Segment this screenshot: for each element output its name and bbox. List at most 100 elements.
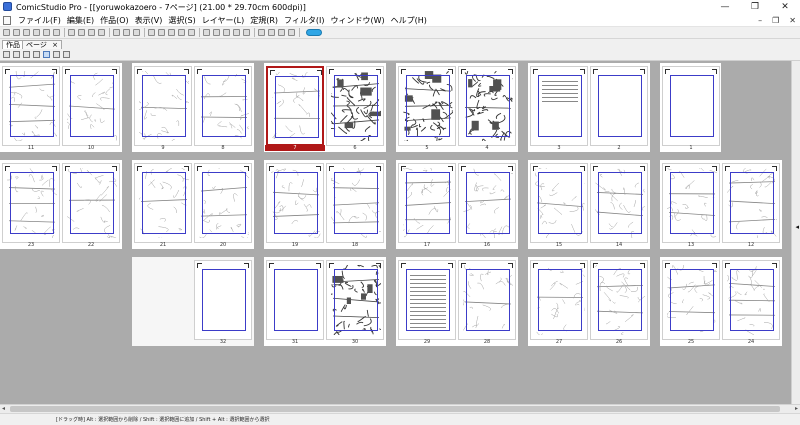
page-spread[interactable]: 21 20 (132, 160, 254, 249)
menu-item-4[interactable]: 選択(S) (165, 15, 198, 26)
page-thumbnail-1[interactable] (662, 66, 720, 146)
page-thumbnail-10[interactable] (62, 66, 120, 146)
tab-work[interactable]: 作品 (2, 40, 24, 49)
toolbar-button-6[interactable] (68, 29, 75, 36)
tab-close-icon[interactable]: × (52, 41, 58, 49)
close-button[interactable]: ✕ (770, 0, 800, 14)
page-spread[interactable]: 29 28 (396, 257, 518, 346)
page-thumbnail-26[interactable] (590, 260, 648, 340)
page-thumbnail-2[interactable] (590, 66, 648, 146)
page-spread[interactable]: 32 (528, 63, 650, 152)
page-spread[interactable]: 32 (132, 257, 254, 346)
settings-icon[interactable] (33, 51, 40, 58)
page-spread[interactable]: 25 24 (660, 257, 782, 346)
doc-restore-button[interactable]: ❐ (772, 14, 779, 27)
thumbnail-view-icon[interactable] (53, 51, 60, 58)
menu-item-8[interactable]: ウィンドウ(W) (327, 15, 387, 26)
menu-item-7[interactable]: フィルタ(I) (281, 15, 327, 26)
page-thumbnail-28[interactable] (458, 260, 516, 340)
menu-item-3[interactable]: 表示(V) (132, 15, 166, 26)
maximize-button[interactable]: ❐ (740, 0, 770, 14)
toolbar-button-8[interactable] (88, 29, 95, 36)
page-thumbnail-27[interactable] (530, 260, 588, 340)
toolbar-button-12[interactable] (133, 29, 140, 36)
horizontal-scrollbar[interactable]: ◂ ▸ (0, 404, 800, 413)
toolbar-button-11[interactable] (123, 29, 130, 36)
page-thumbnail-24[interactable] (722, 260, 780, 340)
menu-item-2[interactable]: 作品(O) (97, 15, 132, 26)
toolbar-button-13[interactable] (148, 29, 155, 36)
toolbar-button-9[interactable] (98, 29, 105, 36)
page-thumbnail-14[interactable] (590, 163, 648, 243)
page-thumbnail-9[interactable] (134, 66, 192, 146)
toolbar-button-15[interactable] (168, 29, 175, 36)
page-thumbnail-18[interactable] (326, 163, 384, 243)
page-thumbnail-22[interactable] (62, 163, 120, 243)
page-thumbnail-7[interactable] (266, 66, 324, 146)
toolbar-button-22[interactable] (243, 29, 250, 36)
toolbar-button-4[interactable] (43, 29, 50, 36)
page-thumbnail-29[interactable] (398, 260, 456, 340)
toolbar-button-24[interactable] (268, 29, 275, 36)
menu-item-9[interactable]: ヘルプ(H) (388, 15, 430, 26)
page-spread[interactable]: 54 (396, 63, 518, 152)
page-overview-canvas[interactable]: 11 10 9 8 7 6 5 4 3 2 1 23 22 21 20 19 18 17 16 15 14 13 12 32 3… (0, 61, 791, 404)
toolbar-button-18[interactable] (203, 29, 210, 36)
page-settings-icon[interactable] (3, 51, 10, 58)
toolbar-button-19[interactable] (213, 29, 220, 36)
page-thumbnail-23[interactable] (2, 163, 60, 243)
scrollbar-thumb[interactable] (10, 406, 780, 412)
toolbar-button-25[interactable] (278, 29, 285, 36)
page-spread[interactable]: 31 30 (264, 257, 386, 346)
doc-close-button[interactable]: ✕ (789, 14, 796, 27)
page-thumbnail-12[interactable] (722, 163, 780, 243)
page-thumbnail-11[interactable] (2, 66, 60, 146)
page-thumbnail-13[interactable] (662, 163, 720, 243)
spread-view-icon[interactable] (43, 51, 50, 58)
toolbar-button-20[interactable] (223, 29, 230, 36)
toolbar-button-26[interactable] (288, 29, 295, 36)
toolbar-button-23[interactable] (258, 29, 265, 36)
minimize-button[interactable]: — (710, 0, 740, 14)
page-thumbnail-4[interactable] (458, 66, 516, 146)
toolbar-button-0[interactable] (3, 29, 10, 36)
page-thumbnail-17[interactable] (398, 163, 456, 243)
page-spread[interactable]: 13 12 (660, 160, 782, 249)
page-thumbnail-20[interactable] (194, 163, 252, 243)
page-thumbnail-8[interactable] (194, 66, 252, 146)
page-thumbnail-30[interactable] (326, 260, 384, 340)
page-spread[interactable]: 76 (264, 63, 386, 152)
toolbar-button-5[interactable] (53, 29, 60, 36)
toolbar-button-7[interactable] (78, 29, 85, 36)
page-spread[interactable]: 15 14 (528, 160, 650, 249)
list-view-icon[interactable] (63, 51, 70, 58)
page-spread[interactable]: 98 (132, 63, 254, 152)
page-spread[interactable]: 1 (660, 63, 721, 152)
page-spread[interactable]: 19 18 (264, 160, 386, 249)
page-thumbnail-21[interactable] (134, 163, 192, 243)
page-thumbnail-15[interactable] (530, 163, 588, 243)
toolbar-button-10[interactable] (113, 29, 120, 36)
toolbar-button-14[interactable] (158, 29, 165, 36)
side-panel-collapse[interactable]: ◂ (791, 61, 800, 404)
page-thumbnail-25[interactable] (662, 260, 720, 340)
tab-page[interactable]: ページ × (22, 40, 62, 49)
page-spread[interactable]: 23 22 (0, 160, 122, 249)
add-page-icon[interactable] (23, 51, 30, 58)
toolbar-button-21[interactable] (233, 29, 240, 36)
page-thumbnail-19[interactable] (266, 163, 324, 243)
menu-item-6[interactable]: 定規(R) (247, 15, 281, 26)
page-spread[interactable]: 17 16 (396, 160, 518, 249)
page-thumbnail-31[interactable] (266, 260, 324, 340)
doc-minimize-button[interactable]: – (758, 14, 762, 27)
page-thumbnail-5[interactable] (398, 66, 456, 146)
menu-item-5[interactable]: レイヤー(L) (199, 15, 247, 26)
page-spread[interactable]: 11 10 (0, 63, 122, 152)
scroll-right-icon[interactable]: ▸ (795, 405, 798, 413)
toolbar-button-16[interactable] (178, 29, 185, 36)
menu-item-0[interactable]: ファイル(F) (15, 15, 64, 26)
toolbar-button-1[interactable] (13, 29, 20, 36)
page-thumbnail-32[interactable] (194, 260, 252, 340)
page-thumbnail-3[interactable] (530, 66, 588, 146)
toolbar-button-3[interactable] (33, 29, 40, 36)
